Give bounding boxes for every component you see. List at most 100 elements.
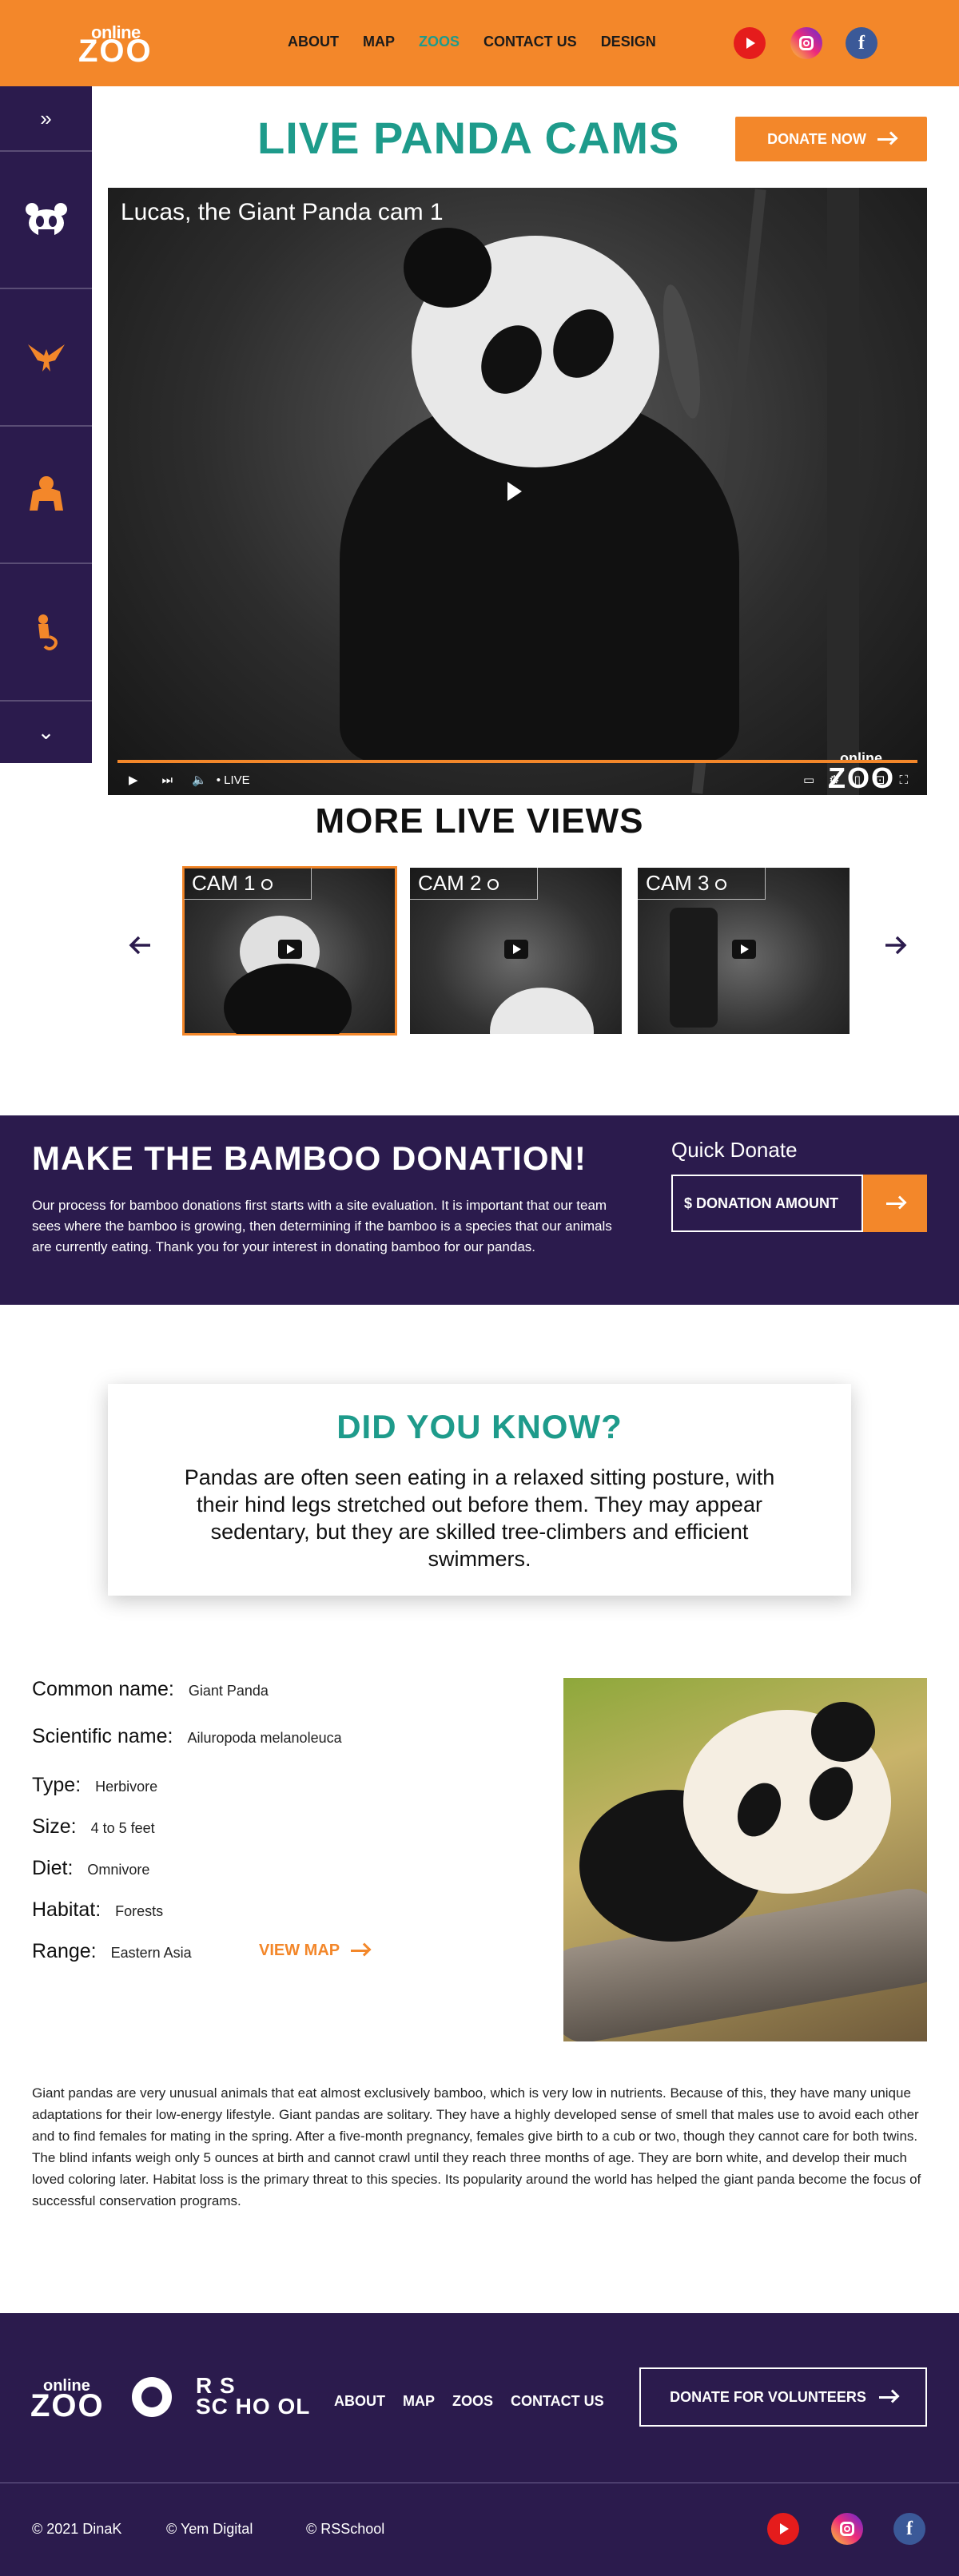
nav-zoos[interactable]: ZOOS xyxy=(419,34,460,50)
cam-thumbnail-2[interactable]: CAM 2 xyxy=(410,868,622,1034)
arrow-left-icon[interactable] xyxy=(128,935,152,960)
panda-ear xyxy=(811,1702,875,1762)
cam-label: CAM 3 xyxy=(638,868,766,900)
lemur-icon[interactable] xyxy=(0,564,92,702)
fact-common-name: Common name: Giant Panda xyxy=(32,1678,269,1700)
eagle-icon[interactable] xyxy=(0,289,92,427)
panda-cub-photo xyxy=(563,1678,927,2041)
panda-ear xyxy=(404,228,491,308)
next-icon[interactable]: ⏭ xyxy=(162,773,173,787)
gorilla-icon[interactable] xyxy=(0,427,92,564)
location-icon xyxy=(487,879,499,890)
logo[interactable]: online ZOO xyxy=(78,22,158,69)
play-icon[interactable] xyxy=(507,482,522,501)
donation-text: Our process for bamboo donations first s… xyxy=(32,1198,612,1254)
footer-nav-zoos[interactable]: ZOOS xyxy=(452,2393,493,2410)
location-icon xyxy=(261,879,273,890)
animal-sidebar: » ⌄ xyxy=(0,86,92,763)
bamboo-leaf xyxy=(655,282,708,421)
chevron-down-icon[interactable]: ⌄ xyxy=(0,702,92,763)
play-icon[interactable] xyxy=(278,940,302,959)
donation-section: MAKE THE BAMBOO DONATION! Our process fo… xyxy=(0,1115,959,1305)
main-nav: ABOUT MAP ZOOS CONTACT US DESIGN xyxy=(288,34,656,50)
cam-label: CAM 1 xyxy=(184,868,312,900)
tree-trunk xyxy=(827,188,859,795)
captions-icon[interactable]: ▭ xyxy=(803,773,814,787)
donation-title: MAKE THE BAMBOO DONATION! xyxy=(32,1139,587,1177)
did-you-know-title: DID YOU KNOW? xyxy=(336,1408,623,1445)
nav-map[interactable]: MAP xyxy=(363,34,395,50)
yem-digital-logo[interactable] xyxy=(132,2377,172,2417)
panda-icon[interactable] xyxy=(0,152,92,289)
arrow-right-icon xyxy=(878,2395,897,2399)
donation-amount-input[interactable]: $ DONATION AMOUNT xyxy=(671,1175,863,1232)
miniplayer-icon[interactable]: ▯ xyxy=(854,773,861,787)
cam-thumbnail-1[interactable]: CAM 1 xyxy=(182,866,397,1036)
page-title: LIVE PANDA CAMS xyxy=(257,113,680,163)
video-title: Lucas, the Giant Panda cam 1 xyxy=(121,199,444,225)
cast-icon[interactable]: ⊡ xyxy=(875,773,885,787)
fact-range: Range: Eastern Asia xyxy=(32,1940,192,1962)
donate-now-label: DONATE NOW xyxy=(767,130,866,147)
donation-submit-button[interactable] xyxy=(863,1175,927,1232)
live-indicator: • LIVE xyxy=(216,773,250,787)
fullscreen-icon[interactable]: ⛶ xyxy=(899,773,908,787)
play-icon[interactable] xyxy=(732,940,756,959)
nav-about[interactable]: ABOUT xyxy=(288,34,339,50)
play-icon[interactable]: ▶ xyxy=(129,773,138,787)
arrow-right-icon[interactable] xyxy=(884,935,908,960)
play-icon[interactable] xyxy=(504,940,528,959)
progress-bar[interactable] xyxy=(117,760,917,763)
nav-contact-us[interactable]: CONTACT US xyxy=(483,34,577,50)
did-you-know-card: DID YOU KNOW? Pandas are often seen eati… xyxy=(108,1384,851,1596)
youtube-icon[interactable] xyxy=(767,2513,799,2545)
copyright-yem-digital: © Yem Digital xyxy=(166,2521,253,2537)
arrow-right-icon xyxy=(886,1202,904,1205)
facebook-icon[interactable]: f xyxy=(893,2513,925,2545)
video-player[interactable]: Lucas, the Giant Panda cam 1 online ZOO … xyxy=(108,188,927,795)
fact-type: Type: Herbivore xyxy=(32,1774,158,1796)
footer-nav-about[interactable]: ABOUT xyxy=(334,2393,385,2410)
donate-volunteers-label: DONATE FOR VOLUNTEERS xyxy=(670,2388,866,2405)
panda-head xyxy=(490,988,594,1034)
logo-bottom: ZOO xyxy=(78,34,153,69)
copyright-rsschool: © RSSchool xyxy=(306,2521,385,2537)
quick-donate-label: Quick Donate xyxy=(671,1138,798,1162)
did-you-know-text: Pandas are often seen eating in a relaxe… xyxy=(184,1465,775,1571)
settings-icon[interactable]: ⚙ xyxy=(829,773,839,787)
donate-now-button[interactable]: DONATE NOW xyxy=(735,117,927,161)
site-header: online ZOO ABOUT MAP ZOOS CONTACT US DES… xyxy=(0,0,959,86)
instagram-icon[interactable] xyxy=(790,27,822,59)
expand-icon[interactable]: » xyxy=(0,86,92,152)
arrow-right-icon xyxy=(877,137,895,141)
footer-nav-contact-us[interactable]: CONTACT US xyxy=(511,2393,604,2410)
location-icon xyxy=(715,879,727,890)
arrow-right-icon xyxy=(351,1950,369,1952)
nav-design[interactable]: DESIGN xyxy=(601,34,656,50)
view-map-link[interactable]: VIEW MAP xyxy=(259,1942,369,1960)
facebook-icon[interactable]: f xyxy=(846,27,877,59)
rsschool-logo[interactable]: R S SC HO OL xyxy=(196,2375,311,2419)
fact-scientific-name: Scientific name: Ailuropoda melanoleuca xyxy=(32,1725,342,1747)
fact-habitat: Habitat: Forests xyxy=(32,1898,164,1921)
footer-logo[interactable]: online ZOO xyxy=(30,2377,110,2423)
cam-label: CAM 2 xyxy=(410,868,538,900)
footer-nav: ABOUT MAP ZOOS CONTACT US xyxy=(334,2393,604,2410)
donate-volunteers-button[interactable]: DONATE FOR VOLUNTEERS xyxy=(639,2367,927,2427)
panda-body xyxy=(224,964,352,1034)
instagram-icon[interactable] xyxy=(831,2513,863,2545)
fact-size: Size: 4 to 5 feet xyxy=(32,1815,155,1838)
footer-logo-bottom: ZOO xyxy=(30,2388,105,2423)
cam-thumbnail-3[interactable]: CAM 3 xyxy=(638,868,850,1034)
more-live-views-title: MORE LIVE VIEWS xyxy=(315,801,644,841)
copyright-dinak: © 2021 DinaK xyxy=(32,2521,122,2537)
rsschool-logo-bottom: SC HO OL xyxy=(196,2394,311,2419)
footer-nav-map[interactable]: MAP xyxy=(403,2393,435,2410)
site-footer: online ZOO R S SC HO OL ABOUT MAP ZOOS C… xyxy=(0,2313,959,2576)
volume-icon[interactable]: 🔈 xyxy=(192,773,207,787)
youtube-icon[interactable] xyxy=(734,27,766,59)
fact-diet: Diet: Omnivore xyxy=(32,1857,150,1879)
video-controls: ▶ ⏭ 🔈 • LIVE ▭ ⚙ ▯ ⊡ ⛶ xyxy=(108,765,927,795)
tree-trunk xyxy=(670,908,718,1028)
panda-description: Giant pandas are very unusual animals th… xyxy=(32,2085,921,2208)
